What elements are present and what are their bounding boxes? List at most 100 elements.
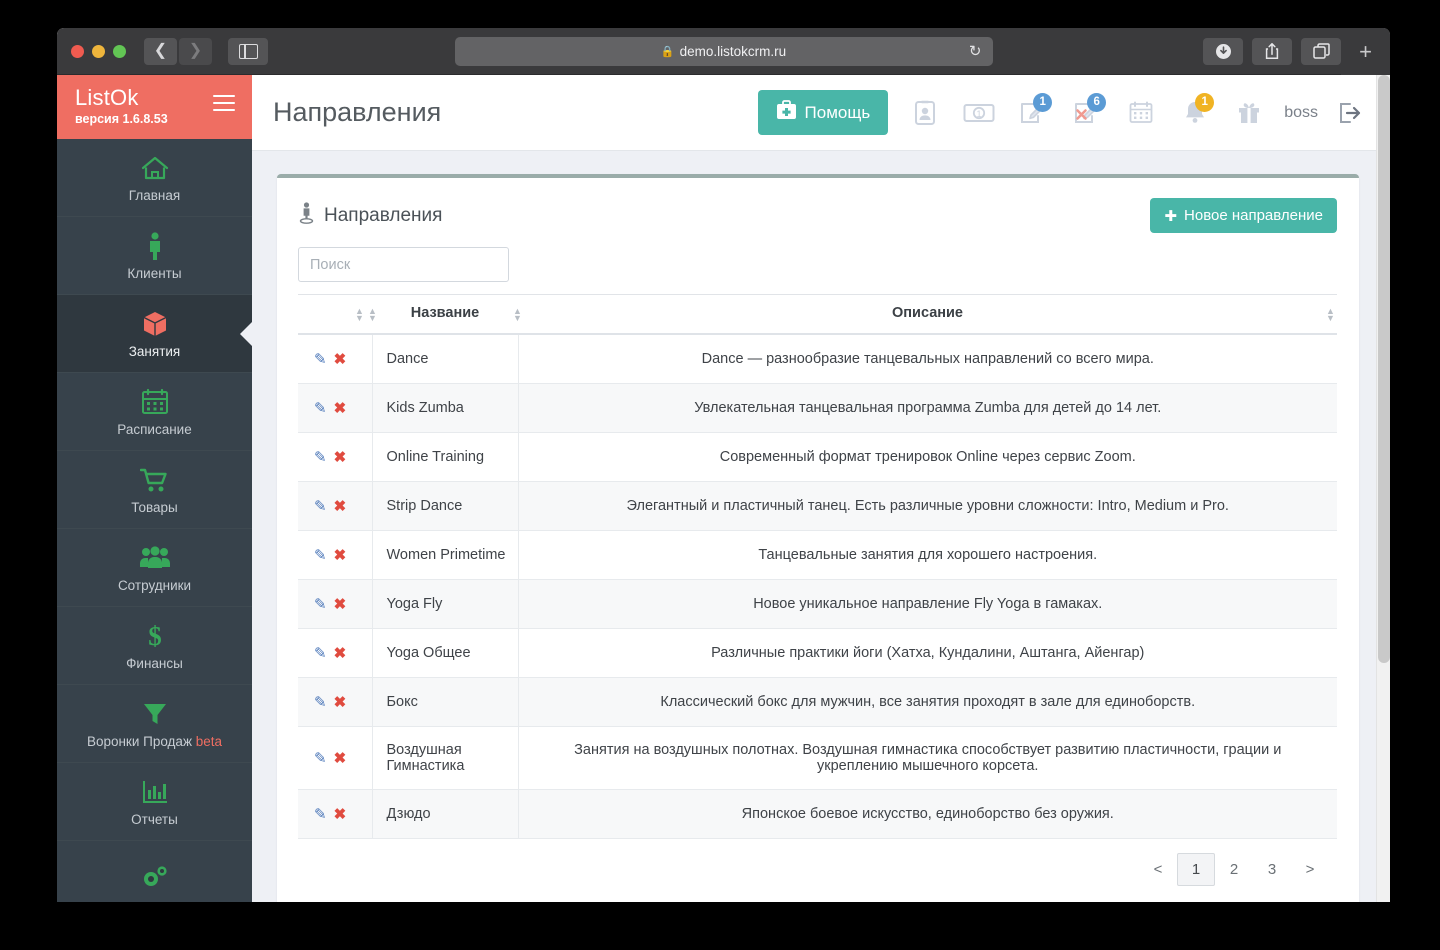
x-mark-icon[interactable]: ✖ (334, 498, 347, 515)
cancel-note-icon[interactable]: 6 (1060, 90, 1114, 136)
pencil-icon[interactable]: ✎ (314, 449, 327, 466)
row-name: Yoga Fly (371, 579, 519, 629)
pagination-page-3[interactable]: 3 (1253, 853, 1291, 886)
username-label: boss (1284, 103, 1318, 121)
share-icon[interactable] (1252, 37, 1292, 65)
svg-text:$: $ (148, 621, 162, 651)
table-body: ✎ ✖ Dance Dance — разнообразие танцевальных… (298, 334, 1337, 839)
column-actions[interactable]: ▲ ▼ (298, 294, 372, 335)
pencil-icon[interactable]: ✎ (314, 498, 327, 515)
row-actions: ✎ ✖ (298, 334, 372, 384)
help-button[interactable]: Помощь (757, 90, 889, 135)
pencil-icon[interactable]: ✎ (314, 596, 327, 613)
row-description: Современный формат тренировок Online чер… (518, 432, 1337, 482)
sidebar-item-settings[interactable] (57, 841, 252, 902)
pagination-page-2[interactable]: 2 (1215, 853, 1253, 886)
row-description: Танцевальные занятия для хорошего настро… (518, 530, 1337, 580)
back-chevron-icon[interactable]: ❮ (144, 37, 177, 65)
sidebar-item-klienty[interactable]: Клиенты (57, 217, 252, 295)
browser-titlebar: ❮ ❯ 🔒 demo.listokcrm.ru ↻ + (57, 28, 1390, 75)
minimize-window-button[interactable] (92, 44, 105, 58)
x-mark-icon[interactable]: ✖ (334, 645, 347, 662)
id-card-icon[interactable] (898, 90, 952, 136)
gift-icon[interactable] (1222, 90, 1276, 136)
row-actions: ✎ ✖ (298, 677, 372, 727)
pagination-prev[interactable]: < (1139, 853, 1177, 886)
maximize-window-button[interactable] (113, 44, 126, 58)
sort-arrows-icon: ▲ ▼ (355, 306, 364, 323)
table-row: ✎ ✖ Dance Dance — разнообразие танцевальных… (298, 334, 1337, 384)
new-tab-button[interactable]: + (1341, 28, 1390, 75)
page-scrollbar[interactable] (1376, 75, 1390, 902)
sidebar-toggle-icon[interactable] (228, 37, 268, 65)
table-row: ✎ ✖ Kids Zumba Увлекательная танцевальная п… (298, 383, 1337, 433)
lock-icon: 🔒 (660, 45, 675, 58)
pagination-next[interactable]: > (1291, 853, 1329, 886)
table-header: ▲ ▼ ▲ ▼ Название ▲ ▼ Описание ▲ ▼ (298, 294, 1337, 335)
sidebar-item-badge: beta (195, 733, 223, 749)
bell-icon[interactable]: 1 (1168, 90, 1222, 136)
row-actions: ✎ ✖ (298, 628, 372, 678)
sidebar-item-glavnaya[interactable]: Главная (57, 139, 252, 217)
scrollbar-thumb[interactable] (1378, 75, 1390, 663)
row-name: Strip Dance (371, 481, 519, 531)
x-mark-icon[interactable]: ✖ (334, 351, 347, 368)
search-input[interactable] (298, 247, 509, 282)
x-mark-icon[interactable]: ✖ (334, 400, 347, 417)
row-description: Классический бокс для мужчин, все заняти… (518, 677, 1337, 727)
logout-icon[interactable] (1322, 90, 1376, 136)
column-name[interactable]: ▲ ▼ Название ▲ ▼ (368, 294, 522, 335)
reload-icon[interactable]: ↻ (969, 42, 982, 60)
row-name: Women Primetime (371, 530, 519, 580)
row-description: Новое уникальное направление Fly Yoga в … (518, 579, 1337, 629)
sidebar-item-label: Занятия (128, 343, 181, 359)
sidebar-item-zanyatiya[interactable]: Занятия (57, 295, 253, 373)
pagination: < 1 2 3 > (277, 839, 1359, 902)
download-icon[interactable] (1203, 37, 1243, 65)
row-actions: ✎ ✖ (298, 789, 372, 839)
search-wrap (277, 247, 1359, 294)
x-mark-icon[interactable]: ✖ (334, 596, 347, 613)
sidebar-item-finansy[interactable]: $ Финансы (57, 607, 252, 685)
x-mark-icon[interactable]: ✖ (334, 694, 347, 711)
pencil-icon[interactable]: ✎ (314, 547, 327, 564)
sidebar-item-otchety[interactable]: Отчеты (57, 763, 252, 841)
pencil-icon[interactable]: ✎ (314, 351, 327, 368)
sidebar-item-tovary[interactable]: Товары (57, 451, 252, 529)
row-actions: ✎ ✖ (298, 579, 372, 629)
tab-overview-icon[interactable] (1301, 37, 1341, 65)
pencil-icon[interactable]: ✎ (314, 694, 327, 711)
column-description-label: Описание (892, 305, 963, 321)
x-mark-icon[interactable]: ✖ (334, 750, 347, 767)
edit-note-icon[interactable]: 1 (1006, 90, 1060, 136)
pagination-page-1[interactable]: 1 (1177, 853, 1215, 886)
x-mark-icon[interactable]: ✖ (334, 449, 347, 466)
sidebar-item-label: Воронки Продаж (86, 733, 192, 749)
pencil-icon[interactable]: ✎ (314, 400, 327, 417)
banknote-icon[interactable]: 1 (952, 90, 1006, 136)
row-description: Dance — разнообразие танцевальных направ… (518, 334, 1337, 384)
dollar-icon: $ (145, 621, 165, 651)
hamburger-icon[interactable] (213, 95, 235, 116)
row-description: Различные практики йоги (Хатха, Кундалин… (518, 628, 1337, 678)
pencil-icon[interactable]: ✎ (314, 806, 327, 823)
users-icon (139, 543, 171, 573)
sidebar-item-raspisanie[interactable]: Расписание (57, 373, 252, 451)
brand-block: ListOk версия 1.6.8.53 (57, 75, 252, 139)
calendar-icon[interactable] (1114, 90, 1168, 136)
pencil-icon[interactable]: ✎ (314, 645, 327, 662)
close-window-button[interactable] (71, 44, 84, 58)
forward-chevron-icon[interactable]: ❯ (179, 37, 212, 65)
pencil-icon[interactable]: ✎ (314, 750, 327, 767)
sidebar-item-sotrudniki[interactable]: Сотрудники (57, 529, 252, 607)
row-name: Kids Zumba (371, 383, 519, 433)
column-description[interactable]: Описание ▲ ▼ (518, 294, 1337, 335)
x-mark-icon[interactable]: ✖ (334, 806, 347, 823)
x-mark-icon[interactable]: ✖ (334, 547, 347, 564)
sidebar-item-voronki-prodazh[interactable]: Воронки Продаж beta (57, 685, 252, 763)
sort-arrows-icon: ▲ ▼ (368, 306, 377, 323)
plus-icon: ✚ (1164, 207, 1178, 225)
new-direction-button[interactable]: ✚ Новое направление (1150, 198, 1337, 233)
svg-text:1: 1 (977, 109, 982, 119)
address-bar[interactable]: 🔒 demo.listokcrm.ru ↻ (454, 36, 993, 66)
